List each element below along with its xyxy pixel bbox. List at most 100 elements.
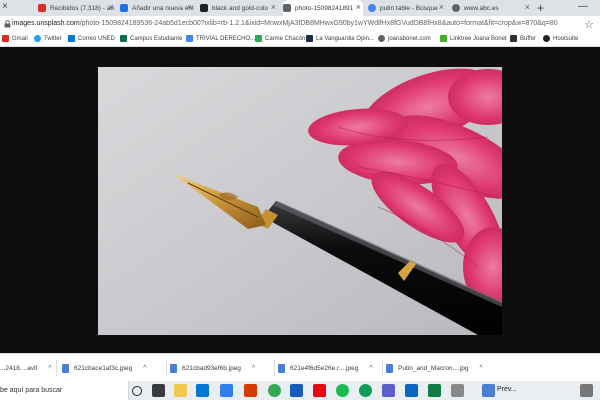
tab-photo[interactable]: photo-15098241891 × xyxy=(283,0,363,16)
gmail-icon xyxy=(2,35,9,42)
outlook-icon[interactable] xyxy=(405,384,418,397)
bookmark-hootsuite[interactable]: Hootsuite xyxy=(543,35,578,42)
download-filename: 621cbad93ef6b.jpeg xyxy=(182,364,241,372)
netflix-icon[interactable] xyxy=(313,384,326,397)
download-item[interactable]: Putin_and_Macron....jpg ^ xyxy=(386,354,483,382)
linktree-icon xyxy=(440,35,447,42)
teams-icon[interactable] xyxy=(382,384,395,397)
bookmark-la-vanguardia[interactable]: La Vanguardia Opin... xyxy=(306,35,374,42)
file-explorer-icon[interactable] xyxy=(174,384,187,397)
download-filename: Putin_and_Macron....jpg xyxy=(398,364,469,372)
close-icon[interactable]: × xyxy=(2,1,8,12)
tab-add-entry[interactable]: Añadir una nueva ent × xyxy=(120,0,194,16)
docs-icon xyxy=(120,4,128,12)
bookmark-label: Campus Estudiante xyxy=(130,35,183,42)
tab-putin-table[interactable]: putin table - Búsque × xyxy=(368,0,446,16)
close-icon[interactable]: × xyxy=(109,2,114,12)
chevron-up-icon[interactable]: ^ xyxy=(143,365,146,372)
download-filename: 621cbace1af3c.jpeg xyxy=(74,364,133,372)
search-placeholder: be aquí para buscar xyxy=(0,387,63,394)
tab-label: Recibidos (7.318) - an xyxy=(50,4,114,12)
bookmark-label: Carme Chacón xyxy=(265,35,306,42)
download-item[interactable]: 621e4f6d5e26e.r....jpeg ^ xyxy=(278,354,373,382)
tab-label: www.abc.es xyxy=(464,4,499,12)
bookmark-gmail[interactable]: Gmail xyxy=(2,35,28,42)
tab-label: photo-15098241891 xyxy=(295,4,354,12)
globe-icon xyxy=(452,4,460,12)
bookmarks-bar: Gmail Twitter Correo UNED Campus Estudia… xyxy=(0,33,600,47)
download-filename: 621e4f6d5e26e.r....jpeg xyxy=(290,364,359,372)
minimize-button[interactable]: — xyxy=(578,1,588,12)
bookmark-label: Hootsuite xyxy=(553,35,579,42)
close-icon[interactable]: × xyxy=(439,2,444,12)
mail-icon[interactable] xyxy=(196,384,209,397)
url-domain: images.unsplash.com xyxy=(12,20,80,27)
image-file-icon xyxy=(170,363,177,373)
divider xyxy=(382,360,383,376)
url-path: /photo-1509824189536-24ab5d1ecb00?ixlib=… xyxy=(79,20,558,27)
tab-label: Añadir una nueva ent xyxy=(132,4,194,12)
taskbar-search-input[interactable]: be aquí para buscar xyxy=(0,381,129,400)
bookmark-linktree[interactable]: Linktree Joana Bonet xyxy=(440,35,507,42)
tab-abc[interactable]: www.abc.es × xyxy=(452,0,532,16)
notification-icon[interactable] xyxy=(580,384,593,397)
bookmark-buffer[interactable]: Buffer xyxy=(510,35,536,42)
close-icon[interactable]: × xyxy=(187,2,192,12)
windows-taskbar: be aquí para buscar Prev... xyxy=(0,381,600,400)
hootsuite-icon xyxy=(543,35,550,42)
photos-icon[interactable] xyxy=(451,384,464,397)
close-icon[interactable]: × xyxy=(525,2,530,12)
chrome-icon[interactable] xyxy=(268,384,281,397)
close-icon[interactable]: × xyxy=(271,2,276,12)
lock-icon xyxy=(4,20,11,28)
close-icon[interactable]: × xyxy=(356,2,361,12)
bookmark-label: Correo UNED xyxy=(78,35,116,42)
chevron-up-icon[interactable]: ^ xyxy=(252,365,255,372)
bookmark-joanabonet[interactable]: joanabonet.com xyxy=(378,35,431,42)
chevron-up-icon[interactable]: ^ xyxy=(48,365,51,372)
tab-label: black and gold-colo xyxy=(212,4,269,12)
chevron-up-icon[interactable]: ^ xyxy=(369,365,372,372)
bookmark-label: Twitter xyxy=(44,35,62,42)
spotify-icon[interactable] xyxy=(336,384,349,397)
divider xyxy=(56,360,57,376)
download-item[interactable]: 621cbace1af3c.jpeg ^ xyxy=(62,354,146,382)
chevron-up-icon[interactable]: ^ xyxy=(479,365,482,372)
bookmark-trivial-derecho[interactable]: TRIVIAL DERECHO... xyxy=(186,35,255,42)
bookmark-carme-chacon[interactable]: Carme Chacón xyxy=(255,35,305,42)
preview-app-icon[interactable] xyxy=(482,384,495,397)
bookmark-star-icon[interactable]: ☆ xyxy=(584,18,594,31)
docs-icon xyxy=(186,35,193,42)
image-file-icon xyxy=(278,363,285,373)
campus-icon xyxy=(120,35,127,42)
tab-gmail[interactable]: Recibidos (7.318) - an × xyxy=(38,0,116,16)
address-bar[interactable]: images.unsplash.com/photo-1509824189536-… xyxy=(0,16,600,33)
download-filename: ...2418....avif xyxy=(0,364,38,372)
divider xyxy=(274,360,275,376)
word-icon[interactable] xyxy=(290,384,303,397)
unsplash-icon xyxy=(200,4,208,12)
preview-label: Prev... xyxy=(497,386,517,393)
excel-icon[interactable] xyxy=(428,384,441,397)
download-item[interactable]: 621cbad93ef6b.jpeg ^ xyxy=(170,354,255,382)
bookmark-twitter[interactable]: Twitter xyxy=(34,35,62,42)
bookmark-label: TRIVIAL DERECHO... xyxy=(196,35,256,42)
vanguardia-icon xyxy=(306,35,313,42)
photo-illustration xyxy=(98,67,502,335)
edge-icon[interactable] xyxy=(359,384,372,397)
bookmark-correo-uned[interactable]: Correo UNED xyxy=(68,35,115,42)
globe-icon xyxy=(378,35,385,42)
office-icon[interactable] xyxy=(244,384,257,397)
url-text[interactable]: images.unsplash.com/photo-1509824189536-… xyxy=(12,20,558,27)
task-view-icon[interactable] xyxy=(132,386,142,396)
bookmark-campus-estudiante[interactable]: Campus Estudiante xyxy=(120,35,182,42)
google-icon xyxy=(368,4,376,12)
image-viewer xyxy=(0,47,600,353)
store-icon[interactable] xyxy=(220,384,233,397)
photo-fountain-pen-and-flower[interactable] xyxy=(98,67,502,335)
twitter-icon xyxy=(34,35,41,42)
new-tab-button[interactable]: + xyxy=(537,1,544,15)
tab-black-and-gold[interactable]: black and gold-colo × xyxy=(200,0,278,16)
download-item[interactable]: ...2418....avif ^ xyxy=(0,354,52,382)
widgets-icon[interactable] xyxy=(152,384,165,397)
